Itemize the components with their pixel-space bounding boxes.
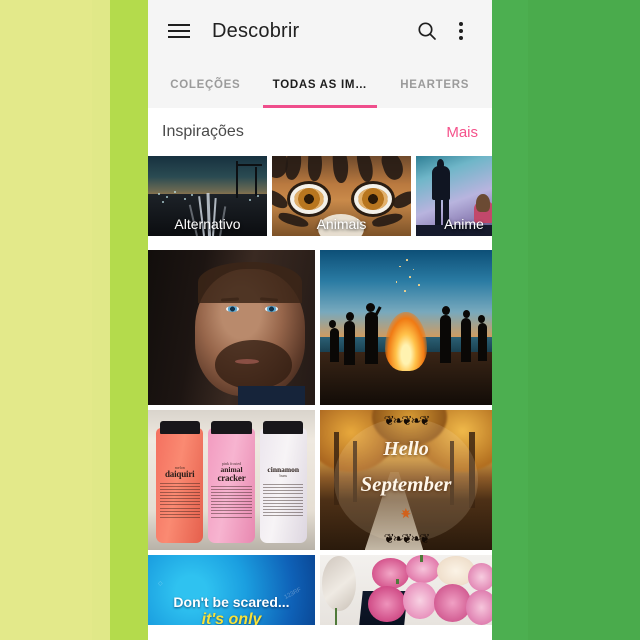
inspiration-card-animais[interactable]: Animais xyxy=(272,156,411,236)
photo-grid: melon daiquiri pink frosted animal crack… xyxy=(148,236,492,625)
search-icon[interactable] xyxy=(410,14,444,48)
portrait-artwork xyxy=(148,250,315,405)
photo-dont-be-scared-blue[interactable]: ◇ 123RF Don't be scared... it's only xyxy=(148,555,315,625)
inspiration-card-label: Anime xyxy=(444,216,484,232)
dont-be-scared-line2: it's only xyxy=(201,611,262,625)
overflow-menu-icon[interactable] xyxy=(444,14,478,48)
bottle-sub-label: pink frosted xyxy=(221,460,242,466)
tab-active-indicator xyxy=(262,105,378,108)
photo-philosophy-shower-gel-bottles[interactable]: melon daiquiri pink frosted animal crack… xyxy=(148,410,315,550)
wallpaper-band-left-green xyxy=(110,0,148,640)
wallpaper-band-right-b xyxy=(528,0,640,640)
app-bar: Descobrir xyxy=(148,0,492,62)
bottle-main-label: daiquiri xyxy=(165,469,195,480)
inspiration-card-label: Alternativo xyxy=(174,216,241,232)
bottle-sub-label: buns xyxy=(279,472,288,478)
tab-hearters[interactable]: HEARTERS xyxy=(377,62,492,108)
section-more-link[interactable]: Mais xyxy=(446,124,478,141)
inspiration-card-alternativo[interactable]: Alternativo xyxy=(148,156,267,236)
bottles-artwork: melon daiquiri pink frosted animal crack… xyxy=(148,410,315,550)
tab-colecoes[interactable]: COLEÇÕES xyxy=(148,62,263,108)
inspiration-card-anime[interactable]: Anime xyxy=(416,156,492,236)
photo-pink-peonies-mirror[interactable] xyxy=(320,555,492,625)
section-title: Inspirações xyxy=(162,123,244,140)
peonies-artwork xyxy=(320,555,492,625)
hello-september-line1: Hello xyxy=(383,438,429,460)
inspirations-carousel[interactable]: Alternativo Animais Anime xyxy=(148,156,492,236)
photo-beach-bonfire-sunset[interactable] xyxy=(320,250,492,405)
section-header: Inspirações Mais xyxy=(148,108,492,156)
bottle-main-label-2: cracker xyxy=(217,472,246,483)
tab-bar: COLEÇÕES TODAS AS IM… HEARTERS xyxy=(148,62,492,108)
dont-be-scared-line1: Don't be scared... xyxy=(173,594,290,611)
bottle-sub-label: melon xyxy=(174,465,185,470)
hamburger-menu-icon[interactable] xyxy=(162,14,196,48)
hello-september-line2: September xyxy=(360,471,452,496)
tab-todas-as-imagens[interactable]: TODAS AS IM… xyxy=(263,62,378,108)
bonfire-artwork xyxy=(320,250,492,405)
page-title: Descobrir xyxy=(212,19,300,42)
wallpaper-band-right-a xyxy=(492,0,528,640)
photo-hello-september-autumn[interactable]: ❦❧❦❧❦ Hello September ❦❧❦❧❦ xyxy=(320,410,492,550)
dont-be-scared-artwork: ◇ 123RF Don't be scared... it's only xyxy=(148,555,315,625)
hello-september-artwork: ❦❧❦❧❦ Hello September ❦❧❦❧❦ xyxy=(320,410,492,550)
phone-app-screen: Descobrir COLEÇÕES TODAS AS IM… HEARTERS… xyxy=(148,0,492,640)
photo-portrait-of-man-dark[interactable] xyxy=(148,250,315,405)
wallpaper-band-left-pale xyxy=(0,0,92,640)
inspiration-card-label: Animais xyxy=(316,216,367,232)
wallpaper-band-left-mid xyxy=(92,0,110,640)
